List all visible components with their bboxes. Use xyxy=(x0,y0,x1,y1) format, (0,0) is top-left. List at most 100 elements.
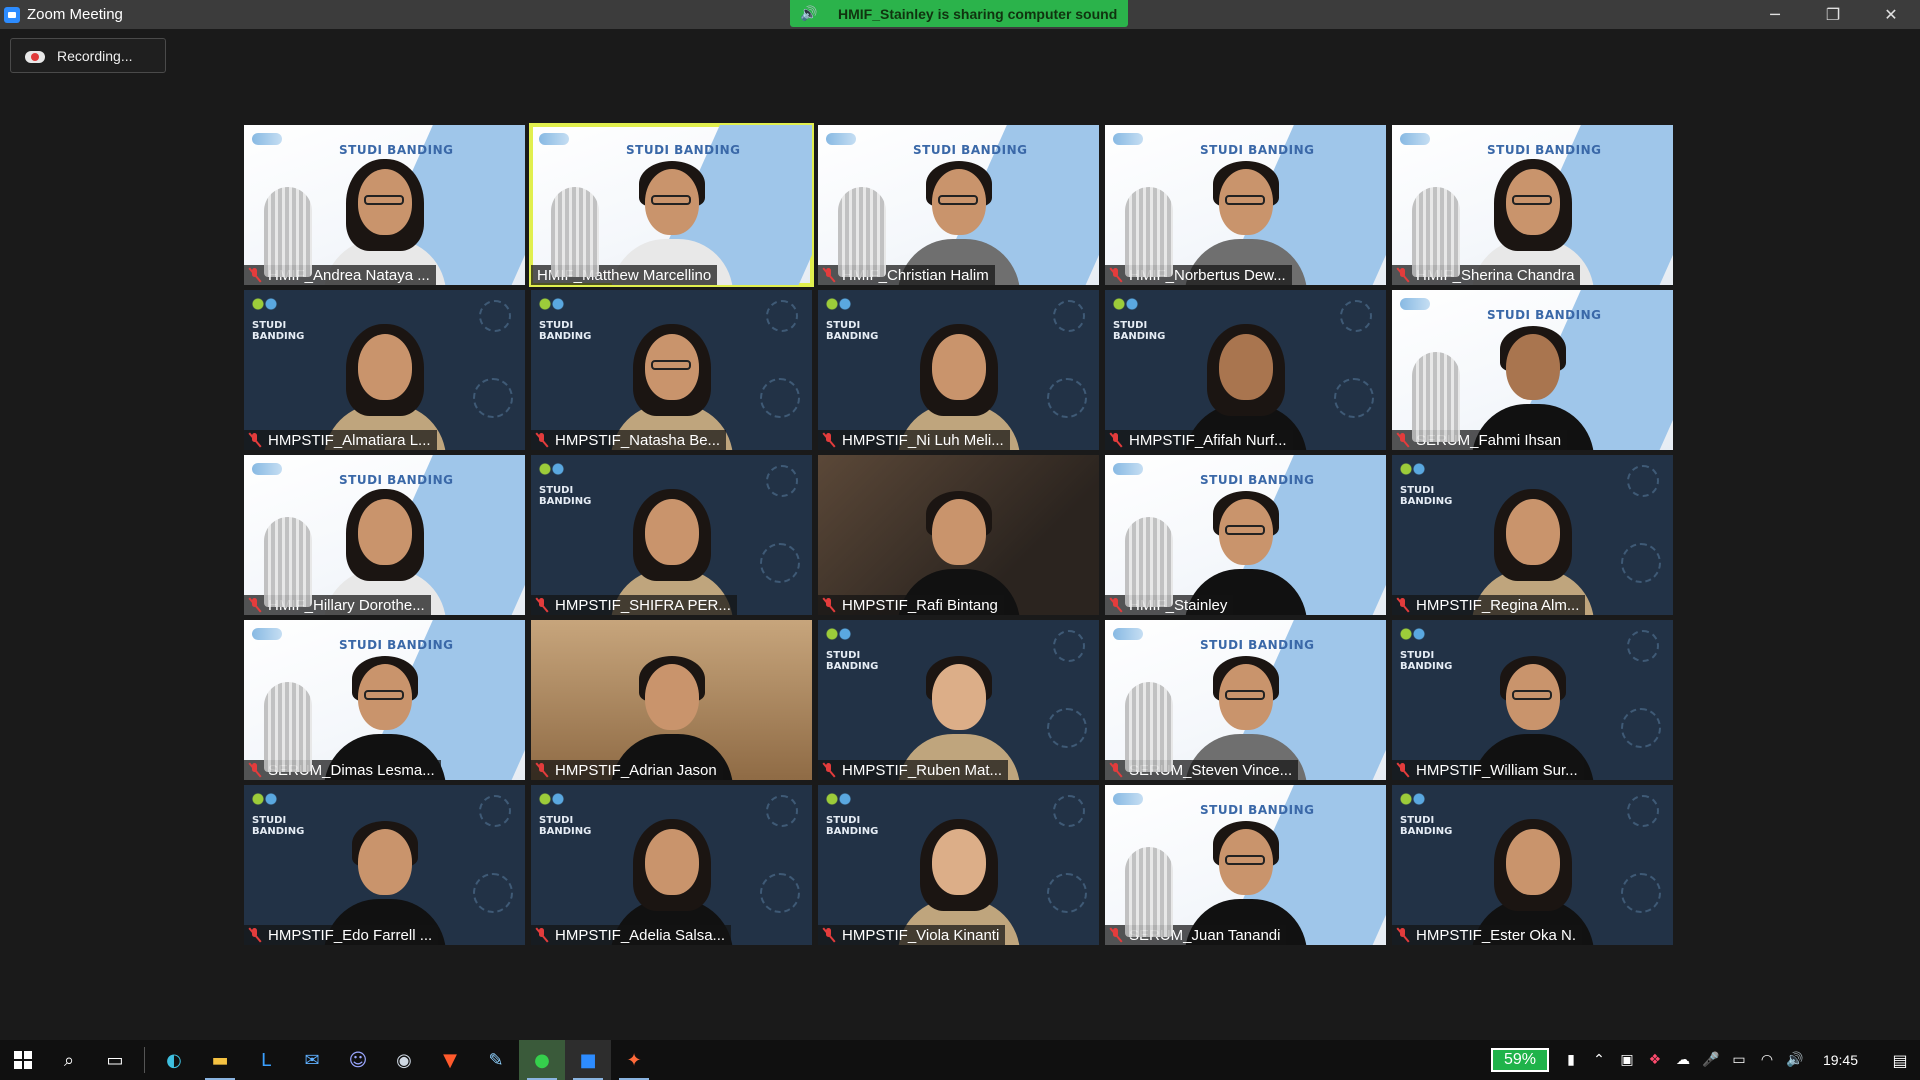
participant-video-tile[interactable]: STUDI BANDING HMIF_Andrea Nataya ... xyxy=(244,125,525,285)
event-logo-icon xyxy=(826,298,852,310)
recording-indicator[interactable]: Recording... xyxy=(10,38,166,73)
taskbar: ⌕ ▭ ◐ ▬ L ✉ ☺ ◉ ▼ ✎ ● ■ ✦ 59% ▮ ⌃ ▣ ❖ ☁ … xyxy=(0,1040,1920,1080)
taskbar-brave[interactable]: ▼ xyxy=(427,1040,473,1080)
battery-percentage[interactable]: 59% xyxy=(1490,1048,1549,1072)
mic-muted-icon xyxy=(249,268,261,282)
participant-video-tile[interactable]: STUDI BANDING HMIF_Christian Halim xyxy=(818,125,1099,285)
wifi-icon[interactable]: ◠ xyxy=(1753,1052,1781,1068)
microphone-icon[interactable]: 🎤 xyxy=(1697,1052,1725,1068)
taskbar-discord[interactable]: ☺ xyxy=(335,1040,381,1080)
virtual-background-title: STUDI BANDING xyxy=(539,485,592,507)
participant-name-bar: HMPSTIF_Edo Farrell ... xyxy=(244,925,439,945)
participant-name-bar: HMIF_Christian Halim xyxy=(818,265,995,285)
battery-icon[interactable]: ▭ xyxy=(1725,1052,1753,1068)
taskbar-edge[interactable]: ◐ xyxy=(151,1040,197,1080)
participant-video-tile[interactable]: STUDI BANDING HMPSTIF_Regina Alm... xyxy=(1392,455,1673,615)
event-logo-icon xyxy=(1400,298,1430,310)
person-head xyxy=(1218,664,1273,730)
participant-video-tile[interactable]: HMPSTIF_Rafi Bintang xyxy=(818,455,1099,615)
participant-video-tile[interactable]: STUDI BANDING HMPSTIF_Almatiara L... xyxy=(244,290,525,450)
discord-icon: ☺ xyxy=(348,1049,368,1071)
chevron-up-icon[interactable]: ⌃ xyxy=(1585,1052,1613,1068)
participant-name: HMPSTIF_SHIFRA PER... xyxy=(555,596,731,614)
person-head xyxy=(644,334,699,400)
participant-video-tile[interactable]: STUDI BANDING HMPSTIF_Edo Farrell ... xyxy=(244,785,525,945)
participant-video-tile[interactable]: STUDI BANDING SERUM_Juan Tanandi xyxy=(1105,785,1386,945)
zoom-app-icon xyxy=(4,6,20,23)
virtual-background-title: STUDI BANDING xyxy=(913,143,1028,157)
participant-video-tile[interactable]: STUDI BANDING HMIF_Sherina Chandra xyxy=(1392,125,1673,285)
notification-center-icon[interactable]: ▤ xyxy=(1880,1051,1920,1070)
person-head xyxy=(931,664,986,730)
clock[interactable]: 19:45 xyxy=(1823,1052,1858,1068)
participant-video-tile[interactable]: STUDI BANDING HMPSTIF_Afifah Nurf... xyxy=(1105,290,1386,450)
participant-video-tile[interactable]: STUDI BANDING HMIF_Norbertus Dew... xyxy=(1105,125,1386,285)
virtual-background-title: STUDI BANDING xyxy=(826,815,879,837)
sharing-sound-banner[interactable]: 🔊 HMIF_Stainley is sharing computer soun… xyxy=(790,0,1128,27)
participant-name-bar: SERUM_Fahmi Ihsan xyxy=(1392,430,1568,450)
participant-video-tile[interactable]: STUDI BANDING HMIF_Hillary Dorothe... xyxy=(244,455,525,615)
volume-icon[interactable]: 🔊 xyxy=(1781,1052,1809,1068)
taskbar-file-explorer[interactable]: ▬ xyxy=(197,1040,243,1080)
taskbar-zoom[interactable]: ■ xyxy=(565,1040,611,1080)
participant-video-tile[interactable]: STUDI BANDING SERUM_Steven Vince... xyxy=(1105,620,1386,780)
participant-name-bar: HMPSTIF_Rafi Bintang xyxy=(818,595,1004,615)
participant-name: SERUM_Steven Vince... xyxy=(1129,761,1293,779)
participant-video-tile[interactable]: STUDI BANDING HMPSTIF_Viola Kinanti xyxy=(818,785,1099,945)
tray-app-icon[interactable]: ▮ xyxy=(1557,1052,1585,1068)
taskbar-steam[interactable]: ◉ xyxy=(381,1040,427,1080)
mic-muted-icon xyxy=(823,433,835,447)
minimize-button[interactable]: ─ xyxy=(1746,0,1804,29)
meet-now-icon[interactable]: ▣ xyxy=(1613,1052,1641,1068)
taskbar-mail[interactable]: ✉ xyxy=(289,1040,335,1080)
person-head xyxy=(644,499,699,565)
restore-button[interactable]: ❐ xyxy=(1804,0,1862,29)
virtual-background-title: STUDI BANDING xyxy=(826,320,879,342)
participant-video-tile[interactable]: STUDI BANDING HMPSTIF_SHIFRA PER... xyxy=(531,455,812,615)
mic-muted-icon xyxy=(536,763,548,777)
participant-video-tile[interactable]: STUDI BANDING HMIF_Stainley xyxy=(1105,455,1386,615)
taskbar-notepad[interactable]: ✎ xyxy=(473,1040,519,1080)
participant-name-bar: HMPSTIF_Adrian Jason xyxy=(531,760,723,780)
participant-name-bar: HMPSTIF_Almatiara L... xyxy=(244,430,437,450)
dropbox-icon[interactable]: ❖ xyxy=(1641,1052,1669,1068)
participant-video-tile[interactable]: STUDI BANDING HMPSTIF_Natasha Be... xyxy=(531,290,812,450)
start-button[interactable] xyxy=(0,1040,46,1080)
taskbar-line[interactable]: ● xyxy=(519,1040,565,1080)
person-head xyxy=(357,334,412,400)
virtual-background-title: STUDI BANDING xyxy=(339,473,454,487)
participant-video-tile[interactable]: STUDI BANDING SERUM_Fahmi Ihsan xyxy=(1392,290,1673,450)
person-head xyxy=(1218,829,1273,895)
participant-video-tile[interactable]: HMPSTIF_Adrian Jason xyxy=(531,620,812,780)
participant-video-tile[interactable]: STUDI BANDING SERUM_Dimas Lesma... xyxy=(244,620,525,780)
participant-name: HMPSTIF_Edo Farrell ... xyxy=(268,926,433,944)
close-button[interactable]: ✕ xyxy=(1862,0,1920,29)
participant-video-tile[interactable]: STUDI BANDING HMIF_Matthew Marcellino xyxy=(529,123,814,287)
event-logo-icon xyxy=(252,133,282,145)
gallery-view: STUDI BANDING HMIF_Andrea Nataya ... STUDI… xyxy=(244,123,1673,945)
onedrive-icon[interactable]: ☁ xyxy=(1669,1052,1697,1068)
participant-video-tile[interactable]: STUDI BANDING HMPSTIF_William Sur... xyxy=(1392,620,1673,780)
search-button[interactable]: ⌕ xyxy=(46,1040,92,1080)
mic-muted-icon xyxy=(536,598,548,612)
taskbar-paint[interactable]: ✦ xyxy=(611,1040,657,1080)
virtual-background-title: STUDI BANDING xyxy=(339,638,454,652)
person-head xyxy=(644,664,699,730)
event-logo-icon xyxy=(1113,133,1143,145)
virtual-background-title: STUDI BANDING xyxy=(1487,143,1602,157)
participant-video-tile[interactable]: STUDI BANDING HMPSTIF_Adelia Salsa... xyxy=(531,785,812,945)
virtual-background-title: STUDI BANDING xyxy=(626,143,741,157)
participant-video-tile[interactable]: STUDI BANDING HMPSTIF_Ni Luh Meli... xyxy=(818,290,1099,450)
mic-muted-icon xyxy=(823,763,835,777)
person-head xyxy=(1505,829,1560,895)
taskbar-app-l[interactable]: L xyxy=(243,1040,289,1080)
task-view-button[interactable]: ▭ xyxy=(92,1040,138,1080)
participant-video-tile[interactable]: STUDI BANDING HMPSTIF_Ruben Mat... xyxy=(818,620,1099,780)
participant-video-tile[interactable]: STUDI BANDING HMPSTIF_Ester Oka N. xyxy=(1392,785,1673,945)
virtual-background-title: STUDI BANDING xyxy=(252,815,305,837)
virtual-background-title: STUDI BANDING xyxy=(339,143,454,157)
participant-name-bar: HMPSTIF_Adelia Salsa... xyxy=(531,925,732,945)
mic-muted-icon xyxy=(1110,433,1122,447)
folder-icon: ▬ xyxy=(211,1049,229,1071)
line-icon: ● xyxy=(534,1049,550,1071)
